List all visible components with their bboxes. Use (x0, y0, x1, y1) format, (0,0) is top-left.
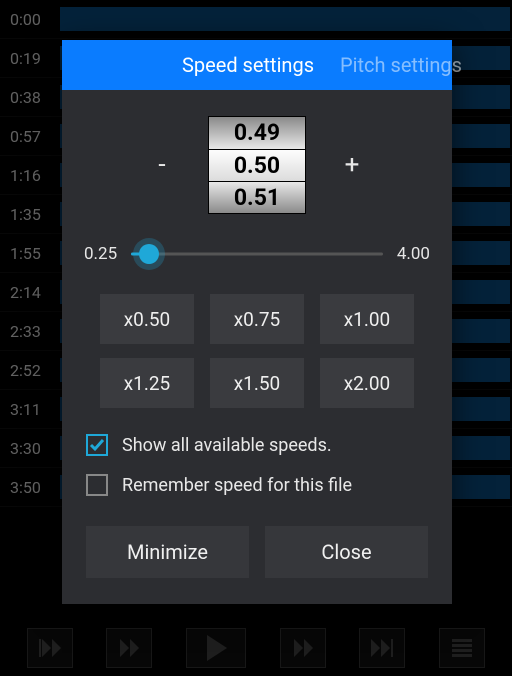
speed-presets: x0.50 x0.75 x1.00 x1.25 x1.50 x2.00 (62, 294, 452, 408)
tab-pitch-settings[interactable]: Pitch settings (340, 53, 462, 77)
slider-max-label: 4.00 (397, 244, 430, 264)
tab-speed-settings[interactable]: Speed settings (182, 53, 314, 77)
speed-settings-dialog: Speed settings Pitch settings - 0.49 0.5… (62, 40, 452, 604)
preset-button[interactable]: x0.50 (100, 294, 194, 344)
preset-button[interactable]: x1.50 (210, 358, 304, 408)
close-button[interactable]: Close (265, 526, 428, 578)
wheel-prev-value: 0.49 (209, 117, 305, 149)
wheel-next-value: 0.51 (209, 181, 305, 213)
preset-button[interactable]: x0.75 (210, 294, 304, 344)
increment-button[interactable]: + (334, 150, 370, 180)
slider-min-label: 0.25 (84, 244, 117, 264)
preset-button[interactable]: x1.25 (100, 358, 194, 408)
checkbox-unchecked-icon (86, 474, 108, 496)
preset-button[interactable]: x2.00 (320, 358, 414, 408)
show-all-speeds-label: Show all available speeds. (122, 435, 332, 456)
show-all-speeds-checkbox-row[interactable]: Show all available speeds. (86, 434, 428, 456)
preset-button[interactable]: x1.00 (320, 294, 414, 344)
speed-wheel-picker[interactable]: 0.49 0.50 0.51 (208, 116, 306, 214)
minimize-button[interactable]: Minimize (86, 526, 249, 578)
wheel-current-value: 0.50 (209, 149, 305, 181)
speed-slider[interactable] (131, 242, 383, 266)
remember-speed-label: Remember speed for this file (122, 475, 352, 496)
slider-thumb[interactable] (139, 244, 159, 264)
decrement-button[interactable]: - (144, 150, 180, 180)
tab-bar: Speed settings Pitch settings (62, 40, 452, 90)
remember-speed-checkbox-row[interactable]: Remember speed for this file (86, 474, 428, 496)
checkbox-checked-icon (86, 434, 108, 456)
